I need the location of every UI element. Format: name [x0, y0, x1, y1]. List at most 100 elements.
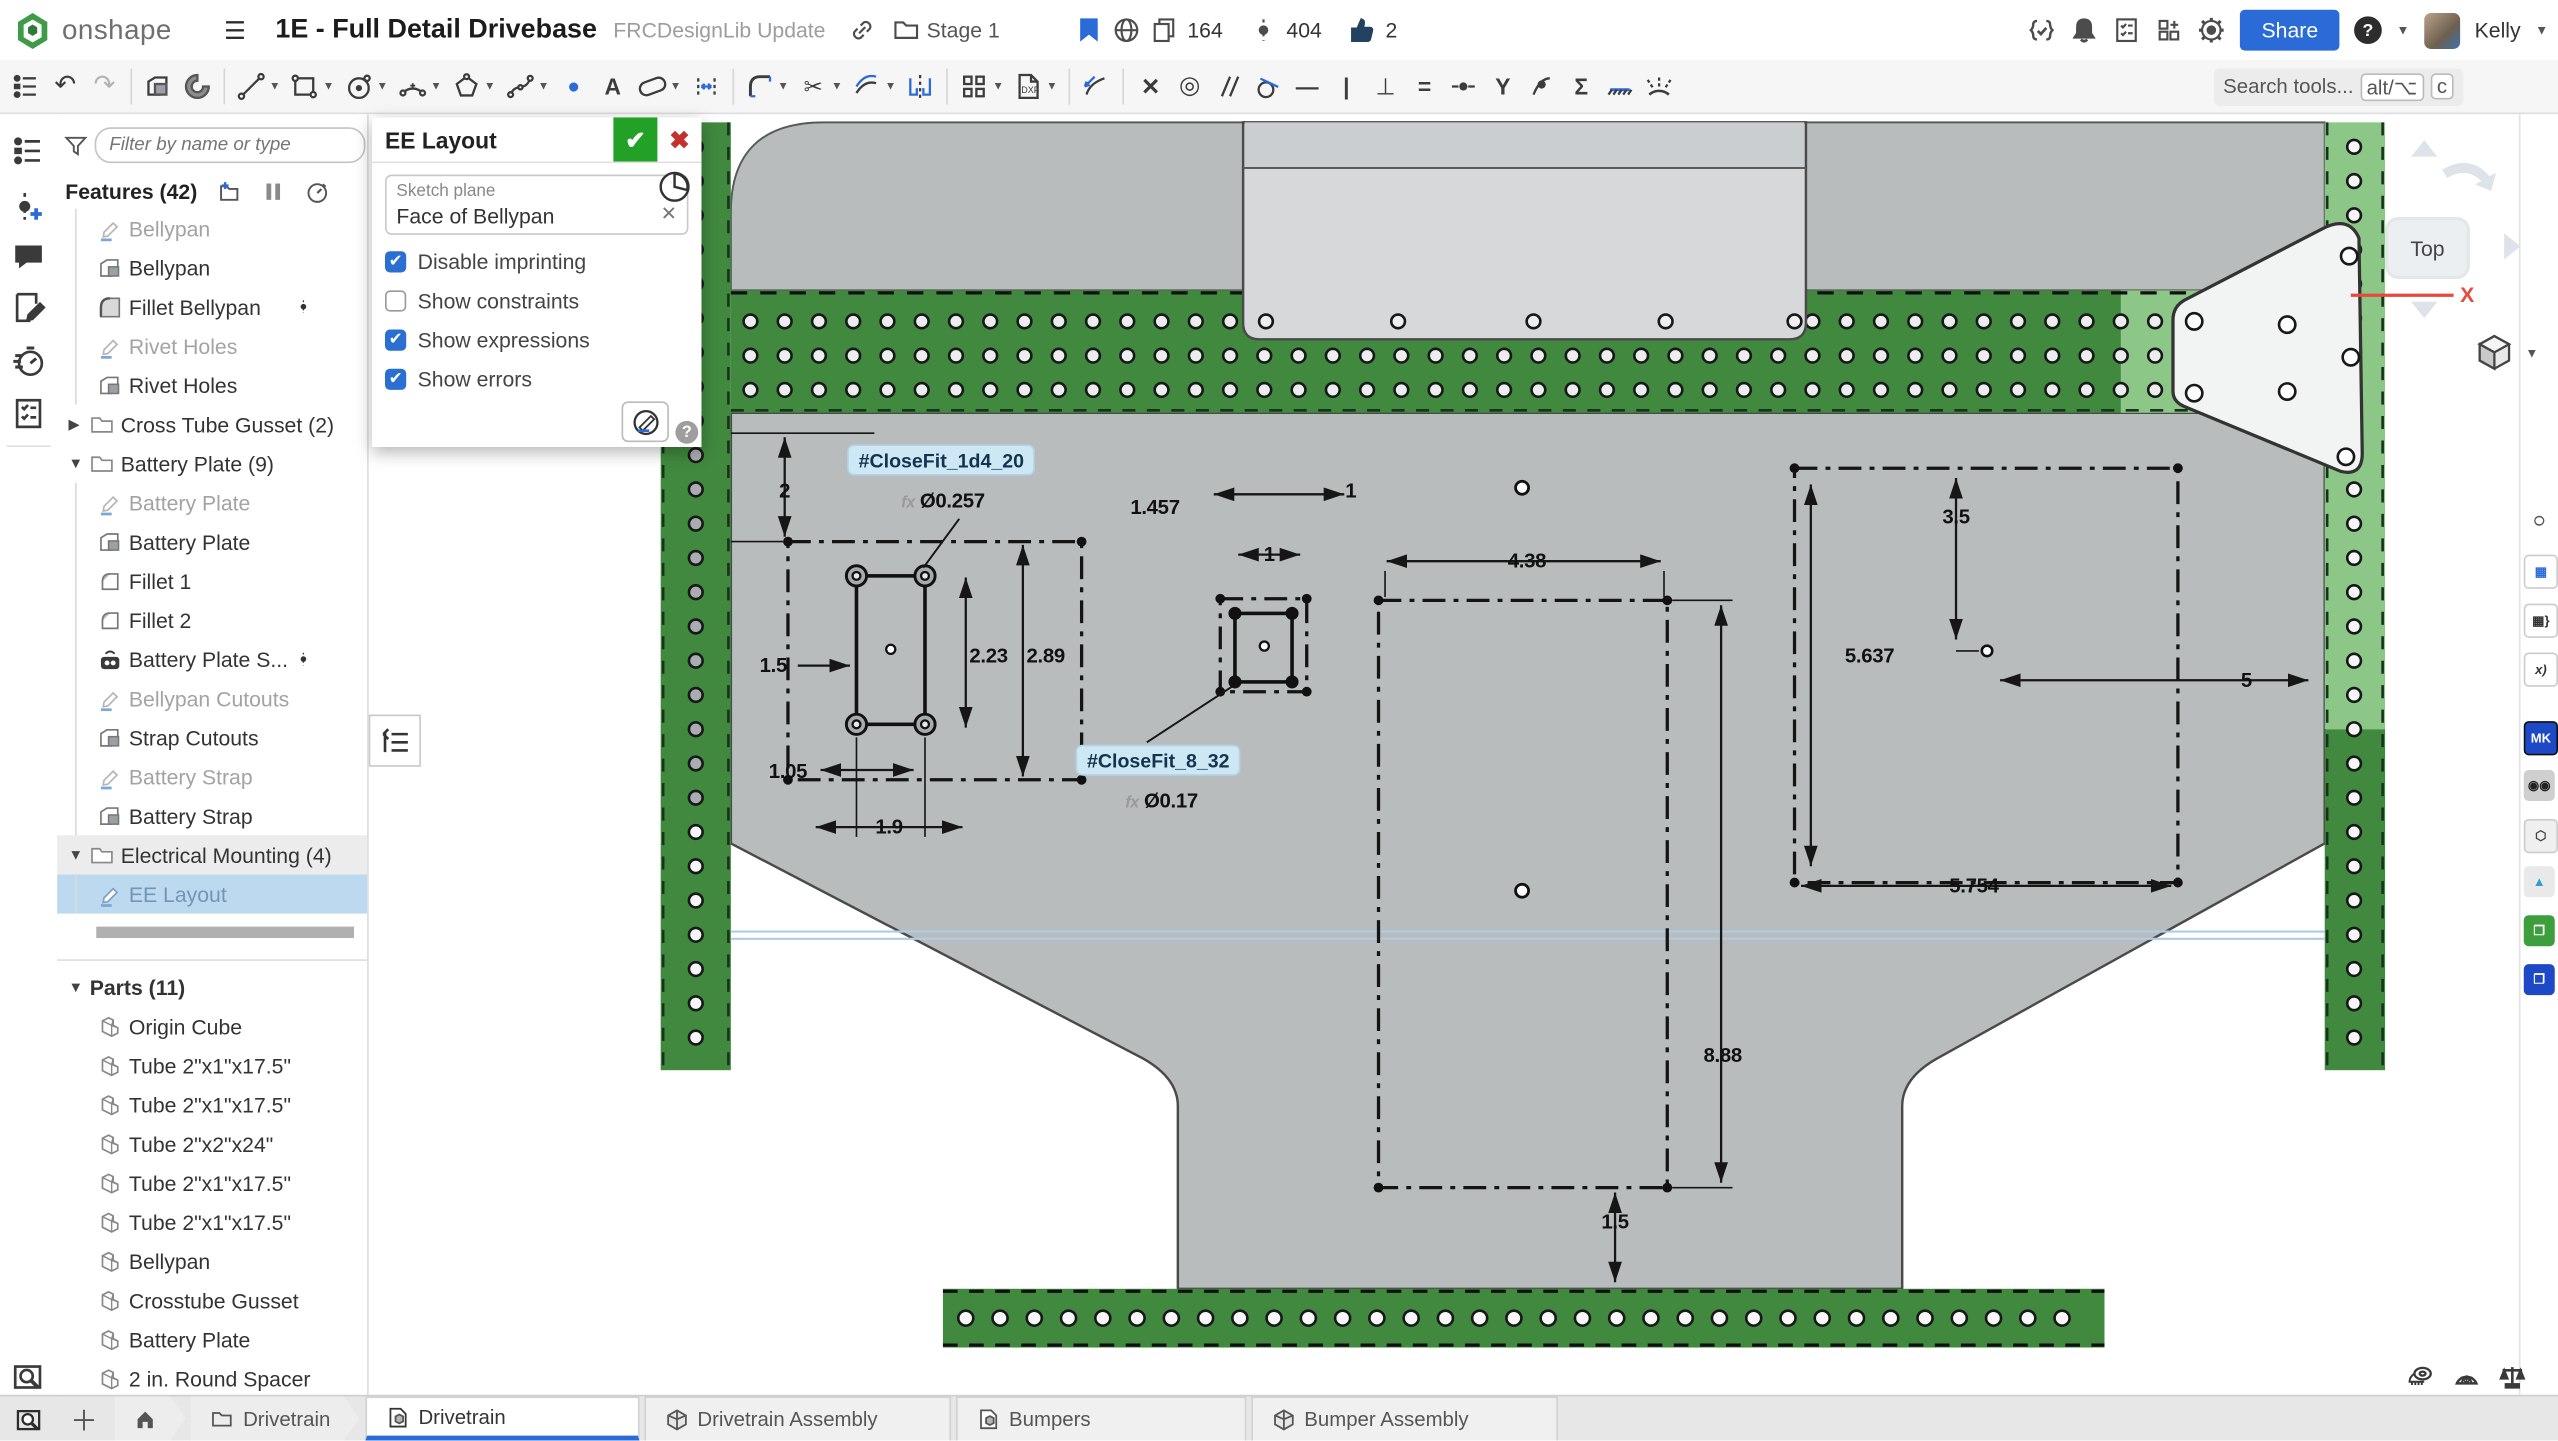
feature-row[interactable]: EE Layout	[57, 874, 367, 913]
dimension-label[interactable]: 5.754	[1949, 874, 1998, 897]
dialog-checkbox-row[interactable]: ✔Show errors	[385, 367, 701, 391]
undo-icon[interactable]: ↶	[47, 65, 83, 107]
checkbox-unchecked[interactable]	[385, 290, 406, 311]
dimension-label[interactable]: 5	[2241, 669, 2252, 692]
expressions-icon[interactable]: Σ	[1563, 65, 1599, 107]
part-row[interactable]: Bellypan	[57, 1241, 367, 1280]
dimension-label[interactable]: 1.9	[875, 816, 902, 839]
pattern-tool-icon[interactable]: ▼	[957, 65, 1007, 107]
part-row[interactable]: 2 in. Round Spacer	[57, 1359, 367, 1395]
dimension-label[interactable]: fxØ0.257	[901, 489, 985, 512]
expression-badge[interactable]: #CloseFit_1d4_20	[849, 446, 1034, 474]
equal-constraint-icon[interactable]: =	[1407, 65, 1443, 107]
text-tool-icon[interactable]: A	[595, 65, 631, 107]
azure-app-icon[interactable]: ▲	[2524, 866, 2555, 897]
copies-icon[interactable]	[1150, 16, 1178, 44]
dimension-label[interactable]: 1.5	[760, 654, 787, 677]
featurescript-app-icon[interactable]: ▦}	[2524, 604, 2558, 638]
view-cube[interactable]: Top	[2385, 217, 2470, 279]
tab-drivetrain-assembly[interactable]: Drivetrain Assembly	[644, 1396, 951, 1440]
document-menu-icon[interactable]: ☰	[224, 15, 246, 44]
dimension-label[interactable]: 1	[1264, 543, 1275, 566]
onshape-logo-icon[interactable]	[13, 11, 52, 50]
trim-tool-icon[interactable]: ✂▼	[795, 65, 845, 107]
feature-row[interactable]: Strap Cutouts	[57, 718, 367, 757]
dimension-label[interactable]: 1.457	[1130, 496, 1179, 519]
part-row[interactable]: Tube 2"x1"x17.5"	[57, 1202, 367, 1241]
settings-gear-icon[interactable]	[2198, 16, 2226, 44]
feature-row[interactable]: Fillet 1	[57, 561, 367, 600]
offset-tool-icon[interactable]: ▼	[849, 65, 899, 107]
share-button[interactable]: Share	[2240, 10, 2339, 51]
mass-properties-icon[interactable]	[2496, 1362, 2529, 1391]
fillet-tool-icon[interactable]: ▼	[742, 65, 792, 107]
vertical-constraint-icon[interactable]: |	[1328, 65, 1364, 107]
parts-section-header[interactable]: ▼Parts (11)	[57, 967, 367, 1006]
protractor-icon[interactable]	[2450, 1362, 2483, 1391]
export-app-icon[interactable]: ⬡	[2524, 819, 2558, 853]
configurations-app-icon[interactable]: ▦	[2524, 555, 2558, 589]
search-tools[interactable]: Search tools... alt/⌥ c	[2213, 68, 2463, 106]
dialog-checkbox-row[interactable]: Show constraints	[385, 289, 701, 313]
slot-tool-icon[interactable]: ▼	[634, 65, 684, 107]
robot-app-icon[interactable]: ◉◉	[2524, 770, 2555, 801]
concentric-constraint-icon[interactable]: ◎	[1172, 65, 1208, 107]
part-row[interactable]: Crosstube Gusset	[57, 1281, 367, 1320]
tangent-constraint-icon[interactable]	[1250, 65, 1286, 107]
polygon-tool-icon[interactable]: ▼	[448, 65, 498, 107]
user-name[interactable]: Kelly	[2475, 18, 2521, 42]
likes-icon[interactable]	[1348, 16, 1376, 44]
apps-grid-icon[interactable]	[2155, 16, 2183, 44]
dimension-tool-icon[interactable]	[1079, 65, 1115, 107]
dimension-label[interactable]: 1.05	[769, 760, 807, 783]
feature-folder-row[interactable]: ▼Battery Plate (9)	[57, 444, 367, 483]
tasks-icon[interactable]	[2113, 16, 2141, 44]
part-row[interactable]: Tube 2"x1"x17.5"	[57, 1163, 367, 1202]
revolve-icon[interactable]	[179, 65, 215, 107]
breadcrumb-folder-tab[interactable]: Drivetrain	[191, 1396, 360, 1440]
checkbox-checked[interactable]: ✔	[385, 251, 406, 272]
feature-row[interactable]: Bellypan	[57, 209, 367, 248]
checkbox-checked[interactable]: ✔	[385, 369, 406, 390]
tape-measure-icon[interactable]	[2405, 1362, 2438, 1391]
new-folder-icon[interactable]	[217, 179, 241, 203]
search-tabs-icon[interactable]	[11, 1404, 47, 1433]
dialog-help-icon[interactable]: ?	[675, 421, 698, 444]
redo-icon[interactable]: ↷	[86, 65, 122, 107]
spline-tool-icon[interactable]: ▼	[502, 65, 552, 107]
sketch-list-icon[interactable]	[8, 65, 44, 107]
dimension-label[interactable]: 2.89	[1027, 644, 1065, 667]
fix-constraint-icon[interactable]	[1602, 65, 1638, 107]
library-blue-app-icon[interactable]: ❐	[2524, 964, 2555, 995]
dimension-label[interactable]: 4.38	[1508, 550, 1546, 573]
featurescript-notices-icon[interactable]	[2028, 16, 2056, 44]
help-button[interactable]: ?	[2354, 16, 2382, 44]
line-tool-icon[interactable]: ▼	[233, 65, 283, 107]
bellypan-body[interactable]	[731, 413, 2325, 1289]
tab-bumper-assembly[interactable]: Bumper Assembly	[1250, 1396, 1557, 1440]
chevron-right-icon[interactable]: ▶	[69, 415, 85, 433]
dimension-label[interactable]: 5.637	[1845, 644, 1894, 667]
feature-row[interactable]: Battery Strap	[57, 796, 367, 835]
dialog-accept-button[interactable]: ✔	[613, 117, 657, 161]
tab-bumpers[interactable]: Bumpers	[955, 1396, 1245, 1440]
circle-tool-icon[interactable]: ▼	[341, 65, 391, 107]
history-icon[interactable]	[11, 344, 45, 378]
checkbox-checked[interactable]: ✔	[385, 330, 406, 351]
chevron-down-icon[interactable]: ▼	[69, 979, 85, 995]
chevron-down-icon[interactable]: ▼	[2525, 345, 2538, 360]
pierce-constraint-icon[interactable]	[1524, 65, 1560, 107]
projection-icon[interactable]	[1642, 65, 1678, 107]
dialog-checkbox-row[interactable]: ✔Disable imprinting	[385, 250, 701, 274]
part-row[interactable]: Battery Plate	[57, 1320, 367, 1359]
comments-icon[interactable]	[11, 240, 45, 274]
feature-row[interactable]: Battery Plate	[57, 522, 367, 561]
dimension-label[interactable]: 2	[779, 480, 790, 503]
sketch-only-toggle[interactable]	[659, 171, 690, 202]
distribute-icon[interactable]	[688, 65, 724, 107]
appearance-app-icon[interactable]: 🞅	[2524, 506, 2555, 537]
feature-row[interactable]: Fillet Bellypan	[57, 287, 367, 326]
dimension-label[interactable]: 1	[1345, 480, 1356, 503]
pause-updates-icon[interactable]	[261, 179, 285, 203]
part-row[interactable]: Origin Cube	[57, 1007, 367, 1046]
